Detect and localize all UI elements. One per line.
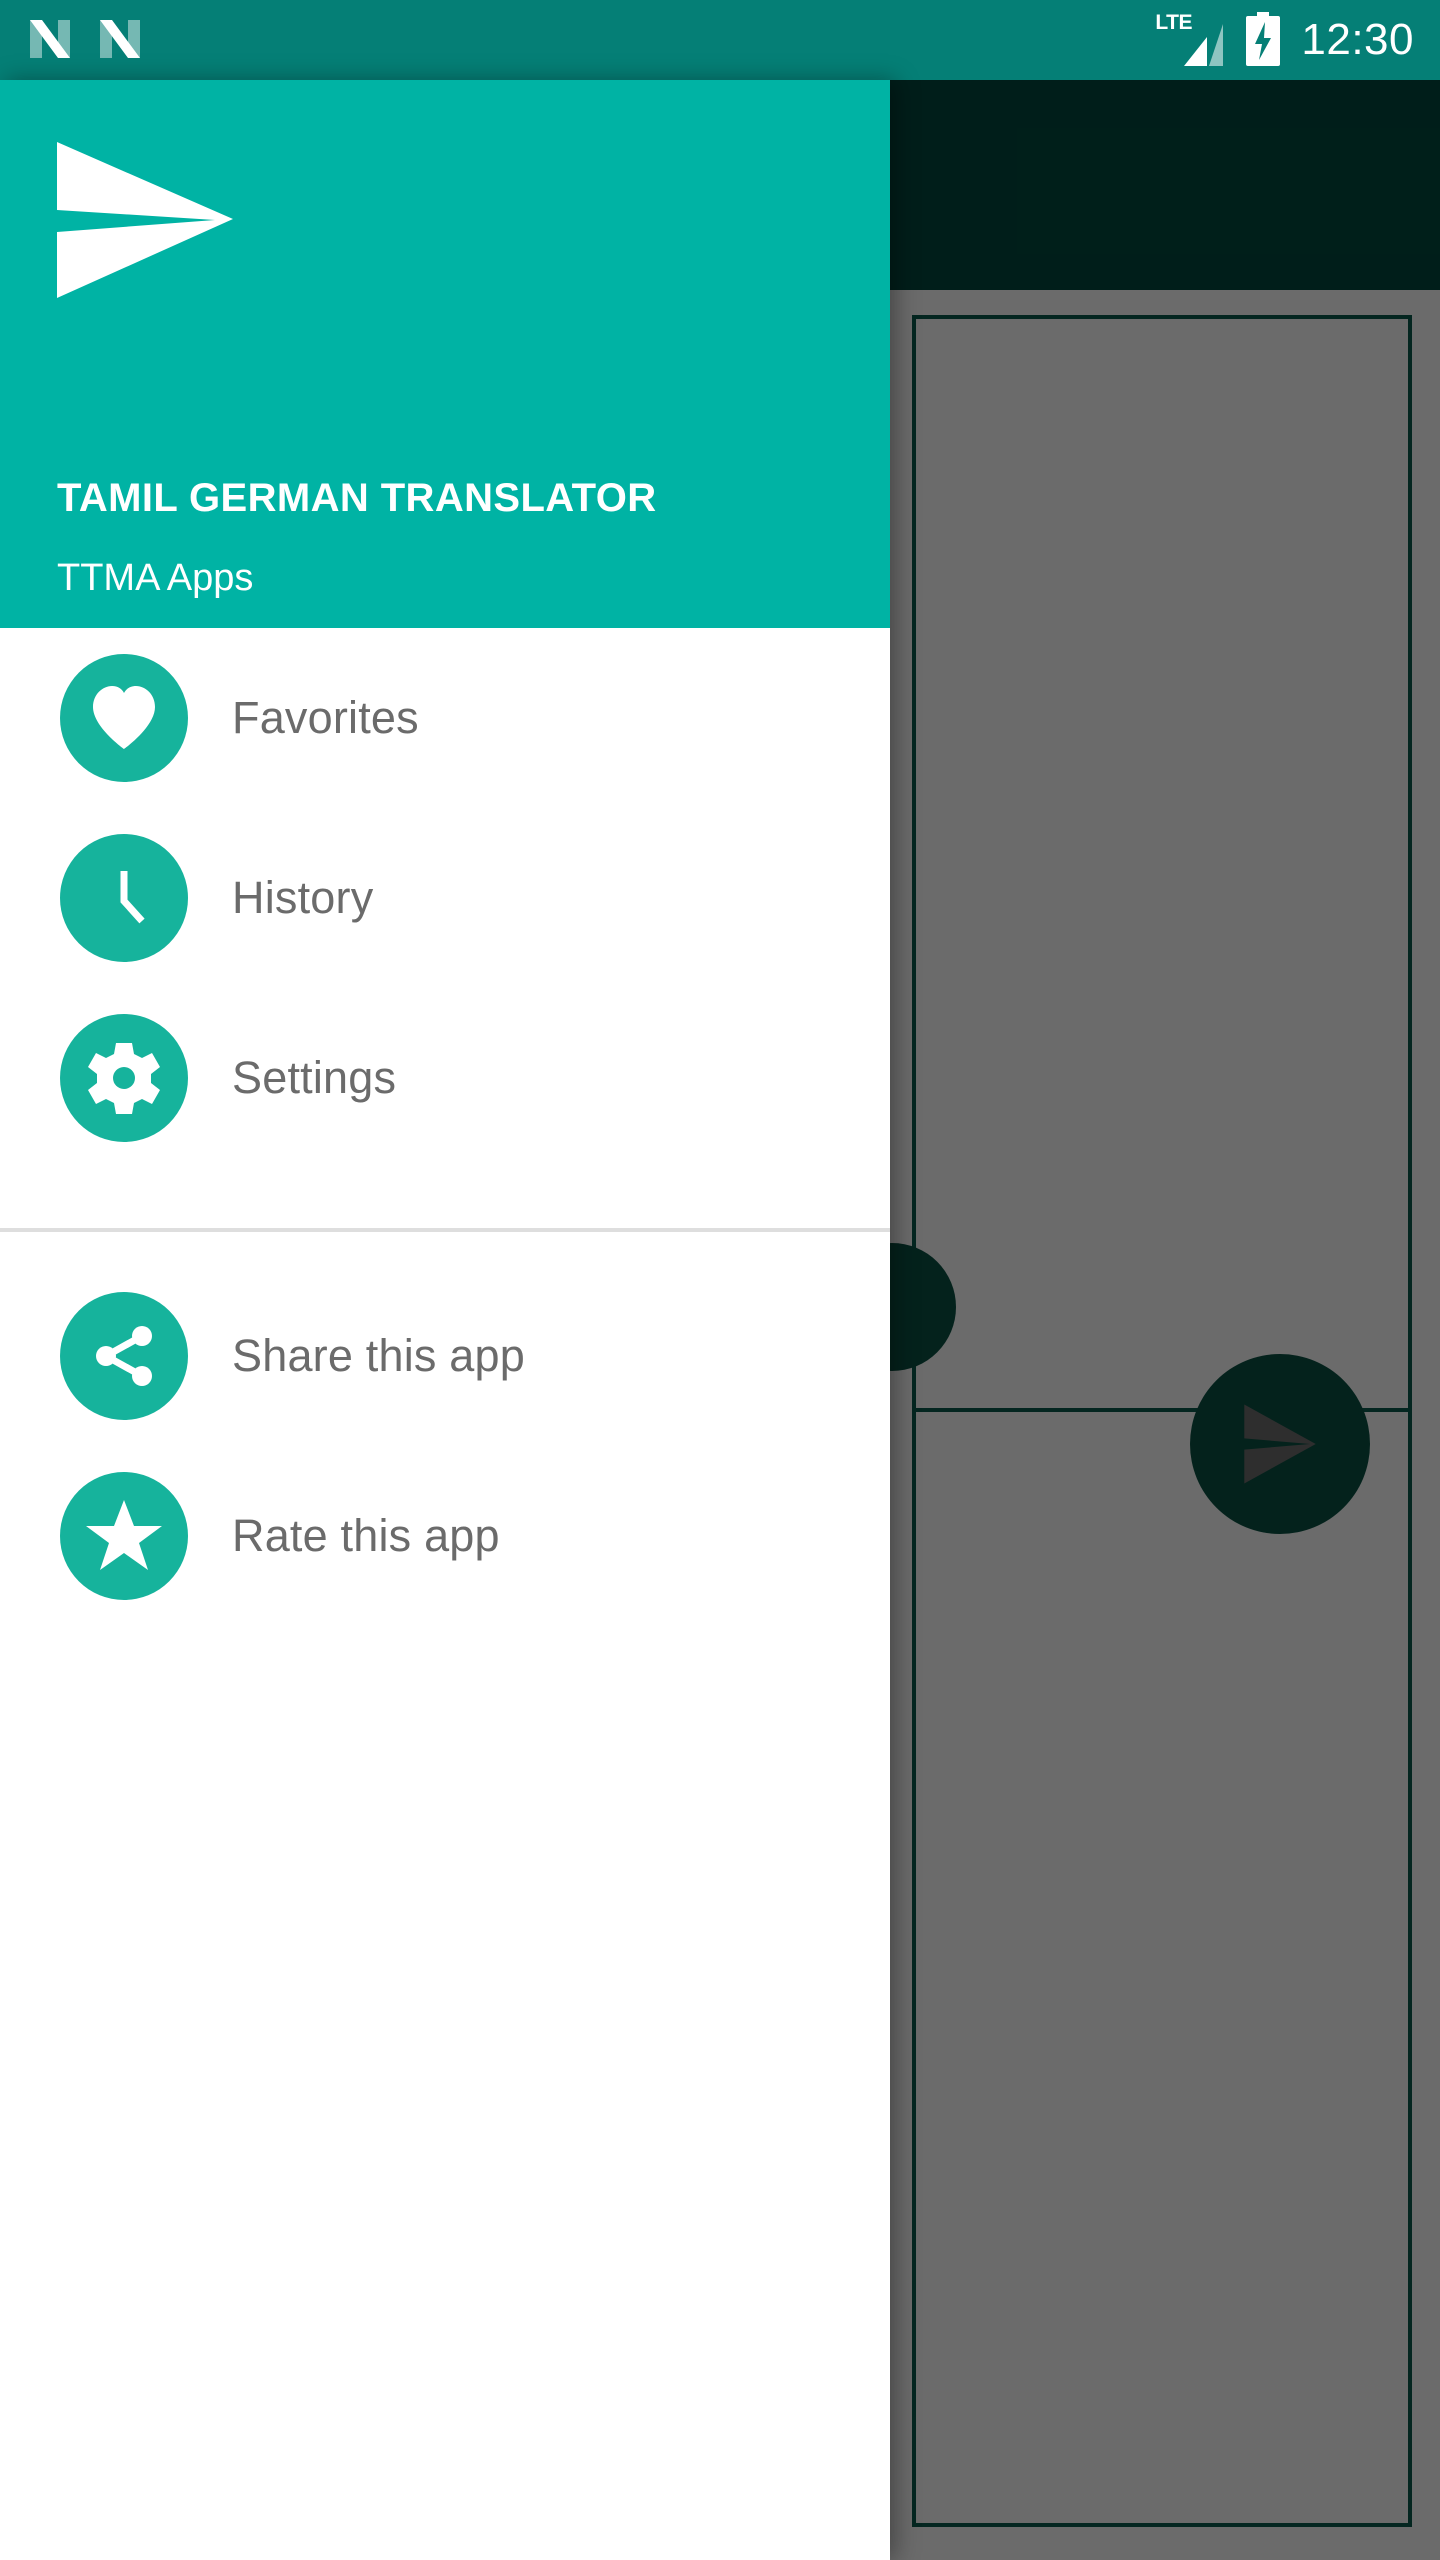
share-icon-badge — [60, 1292, 188, 1420]
network-indicator: LTE — [1155, 12, 1225, 68]
signal-bars-icon — [1184, 24, 1224, 66]
drawer-app-title: TAMIL GERMAN TRANSLATOR — [57, 476, 657, 520]
drawer-divider — [0, 1228, 890, 1232]
android-n-icon — [100, 20, 140, 58]
sidebar-item-label: Settings — [232, 1052, 397, 1103]
drawer-primary-menu: Favorites History Settings — [0, 628, 890, 1168]
heart-icon — [93, 686, 155, 749]
gear-icon-badge — [60, 1014, 188, 1142]
navigation-drawer: TAMIL GERMAN TRANSLATOR TTMA Apps Favori… — [0, 80, 890, 2560]
sidebar-item-share-app[interactable]: Share this app — [0, 1266, 890, 1446]
sidebar-item-history[interactable]: History — [0, 808, 890, 988]
sidebar-item-label: Rate this app — [232, 1510, 500, 1561]
sidebar-item-label: Favorites — [232, 692, 419, 743]
status-bar: LTE 12:30 — [0, 0, 1440, 80]
gear-icon — [88, 1043, 160, 1114]
heart-icon-badge — [60, 654, 188, 782]
notification-icons — [26, 14, 144, 64]
drawer-app-subtitle: TTMA Apps — [57, 557, 254, 599]
sidebar-item-label: History — [232, 872, 374, 923]
star-icon-badge — [60, 1472, 188, 1600]
status-clock: 12:30 — [1301, 15, 1414, 64]
sidebar-item-label: Share this app — [232, 1330, 525, 1381]
status-indicators: LTE 12:30 — [1155, 0, 1414, 80]
battery-charging-icon — [1246, 12, 1281, 66]
sidebar-item-settings[interactable]: Settings — [0, 988, 890, 1168]
sidebar-item-rate-app[interactable]: Rate this app — [0, 1446, 890, 1626]
send-logo-icon — [57, 142, 233, 298]
drawer-secondary-menu: Share this app Rate this app — [0, 1266, 890, 1626]
sidebar-item-favorites[interactable]: Favorites — [0, 628, 890, 808]
clock-icon-badge — [60, 834, 188, 962]
clock-icon — [120, 871, 145, 924]
share-icon — [96, 1326, 152, 1386]
phone-screen: GERMAN LTE — [0, 0, 1440, 2560]
android-n-icon — [30, 20, 70, 58]
drawer-header: TAMIL GERMAN TRANSLATOR TTMA Apps — [0, 80, 890, 628]
star-icon — [86, 1500, 162, 1570]
